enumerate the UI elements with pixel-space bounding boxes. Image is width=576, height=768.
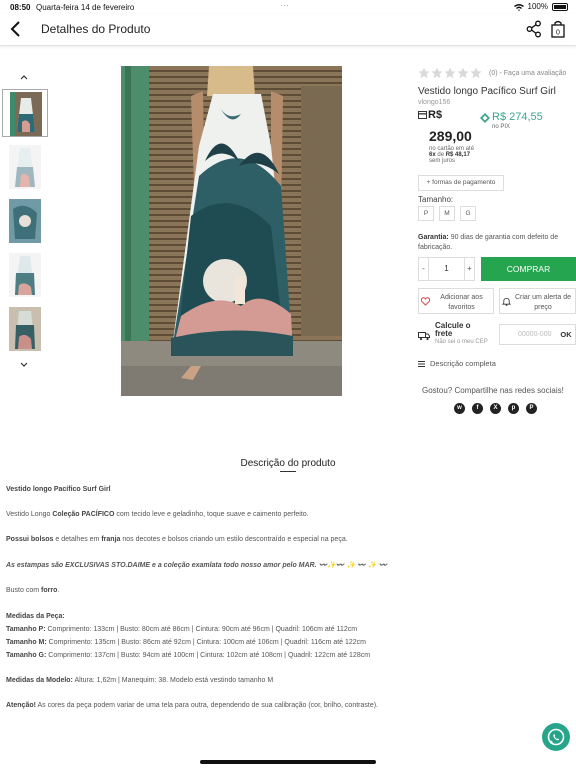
- description-line: Vestido Longo Coleção PACÍFICO com tecid…: [6, 511, 309, 518]
- status-time: 08:50: [10, 3, 31, 12]
- truck-icon: [418, 332, 430, 341]
- full-description-link[interactable]: Descrição completa: [430, 359, 496, 368]
- status-right: 100%: [513, 2, 568, 11]
- bell-icon: [502, 297, 511, 306]
- product-sku: vlongo156: [418, 99, 451, 106]
- guarantee-text: Garantia: 90 dias de garantia com defeit…: [418, 234, 559, 251]
- app-header: Detalhes do Produto 0: [0, 14, 576, 46]
- more-payment-options-button[interactable]: + formas de pagamento: [418, 175, 504, 191]
- pinterest-alt-icon[interactable]: P: [526, 403, 537, 414]
- description-line: Busto com forro.: [6, 587, 60, 594]
- description-line: Tamanho M: Comprimento: 135cm | Busto: 8…: [6, 639, 367, 646]
- cep-ok-button[interactable]: OK: [557, 325, 575, 344]
- share-title: Gostou? Compartilhe nas redes sociais!: [422, 386, 564, 395]
- favorites-label: Adicionar aos favoritos: [440, 294, 483, 311]
- whatsapp-icon: [547, 728, 565, 746]
- battery-percent: 100%: [527, 2, 548, 11]
- thumbnail-image: [9, 145, 41, 189]
- thumbnail-3[interactable]: [2, 197, 48, 245]
- status-bar: 08:50 Quarta-feira 14 de fevereiro ··· 1…: [0, 0, 576, 14]
- star-icon[interactable]: [444, 67, 456, 79]
- thumbnail-image: [10, 92, 42, 136]
- chevron-up-icon[interactable]: [18, 72, 30, 82]
- share-icon[interactable]: [526, 20, 542, 38]
- quantity-increase-button[interactable]: +: [464, 258, 474, 280]
- thumbnail-1[interactable]: [2, 89, 48, 137]
- description-line: Vestido longo Pacífico Surf Girl: [6, 486, 111, 493]
- x-icon[interactable]: X: [490, 403, 501, 414]
- size-option-p[interactable]: P: [418, 206, 434, 221]
- product-photo: [121, 66, 342, 396]
- wifi-icon: [513, 3, 524, 11]
- shipping-title: Calcule o frete: [435, 321, 471, 338]
- description-line: Tamanho P: Comprimento: 133cm | Busto: 8…: [6, 626, 358, 633]
- battery-icon: [552, 2, 568, 11]
- credit-card-icon: [418, 111, 427, 119]
- cep-field[interactable]: 00000-000 OK: [499, 324, 576, 345]
- multitask-dots-icon[interactable]: ···: [280, 0, 289, 10]
- add-to-favorites-button[interactable]: Adicionar aos favoritos: [418, 288, 494, 314]
- size-selector: P M G: [418, 206, 476, 221]
- star-icon[interactable]: [418, 67, 430, 79]
- back-arrow-icon[interactable]: [8, 19, 26, 39]
- facebook-icon[interactable]: f: [472, 403, 483, 414]
- cep-input[interactable]: 00000-000: [518, 325, 551, 344]
- thumbnail-5[interactable]: [2, 305, 48, 353]
- description-line: Tamanho G: Comprimento: 137cm | Busto: 9…: [6, 652, 371, 659]
- main-product-image[interactable]: [121, 66, 342, 396]
- thumbnail-2[interactable]: [2, 143, 48, 191]
- product-name: Vestido longo Pacífico Surf Girl: [418, 86, 556, 97]
- pix-icon: [480, 113, 490, 123]
- menu-lines-icon: [418, 361, 425, 367]
- thumbnail-4[interactable]: [2, 251, 48, 299]
- rating-stars[interactable]: [418, 67, 482, 79]
- whatsapp-floating-button[interactable]: [542, 723, 570, 751]
- price-currency: R$: [428, 109, 443, 121]
- star-icon[interactable]: [470, 67, 482, 79]
- rating-link[interactable]: (0) - Faça uma avaliação: [489, 70, 566, 77]
- star-icon[interactable]: [431, 67, 443, 79]
- home-indicator[interactable]: [200, 760, 376, 764]
- pix-label: no PIX: [492, 124, 511, 130]
- description-line: Medidas da Modelo: Altura: 1,62m | Maneq…: [6, 677, 274, 684]
- description-line: As estampas são EXCLUSIVAS STO.DAIME e a…: [6, 562, 388, 569]
- product-price: 289,00: [429, 128, 472, 144]
- installments-no-interest: sem juros: [429, 158, 456, 164]
- size-label: Tamanho:: [418, 195, 454, 204]
- title-underline: [280, 471, 296, 472]
- quantity-decrease-button[interactable]: -: [419, 258, 429, 280]
- buy-button[interactable]: COMPRAR: [481, 257, 576, 281]
- page-title: Detalhes do Produto: [41, 22, 151, 36]
- quantity-input[interactable]: 1: [429, 258, 464, 280]
- size-option-g[interactable]: G: [460, 206, 476, 221]
- dont-know-cep-link[interactable]: Não sei o meu CEP: [435, 339, 495, 346]
- size-option-m[interactable]: M: [439, 206, 455, 221]
- description-line: Atenção! As cores da peça podem variar d…: [6, 702, 378, 709]
- pix-price: R$ 274,55: [492, 111, 543, 123]
- description-title: Descrição do produto: [240, 458, 336, 469]
- price-alert-button[interactable]: Criar um alerta de preço: [499, 288, 576, 314]
- thumbnail-image: [9, 307, 41, 351]
- pinterest-icon[interactable]: p: [508, 403, 519, 414]
- whatsapp-icon[interactable]: w: [454, 403, 465, 414]
- shopping-bag-icon[interactable]: 0: [550, 20, 566, 38]
- star-icon[interactable]: [457, 67, 469, 79]
- status-date: Quarta-feira 14 de fevereiro: [36, 3, 135, 12]
- heart-icon: [421, 297, 430, 306]
- price-alert-label: Criar um alerta de preço: [514, 294, 572, 311]
- thumbnail-image: [9, 199, 41, 243]
- social-share-list: w f X p P: [454, 403, 537, 414]
- description-line: Medidas da Peça:: [6, 613, 65, 620]
- quantity-stepper: - 1 +: [418, 257, 475, 281]
- thumbnail-image: [9, 253, 41, 297]
- description-line: Possui bolsos e detalhes em franja nos d…: [6, 536, 348, 543]
- bag-count: 0: [556, 30, 560, 37]
- chevron-down-icon[interactable]: [18, 360, 30, 370]
